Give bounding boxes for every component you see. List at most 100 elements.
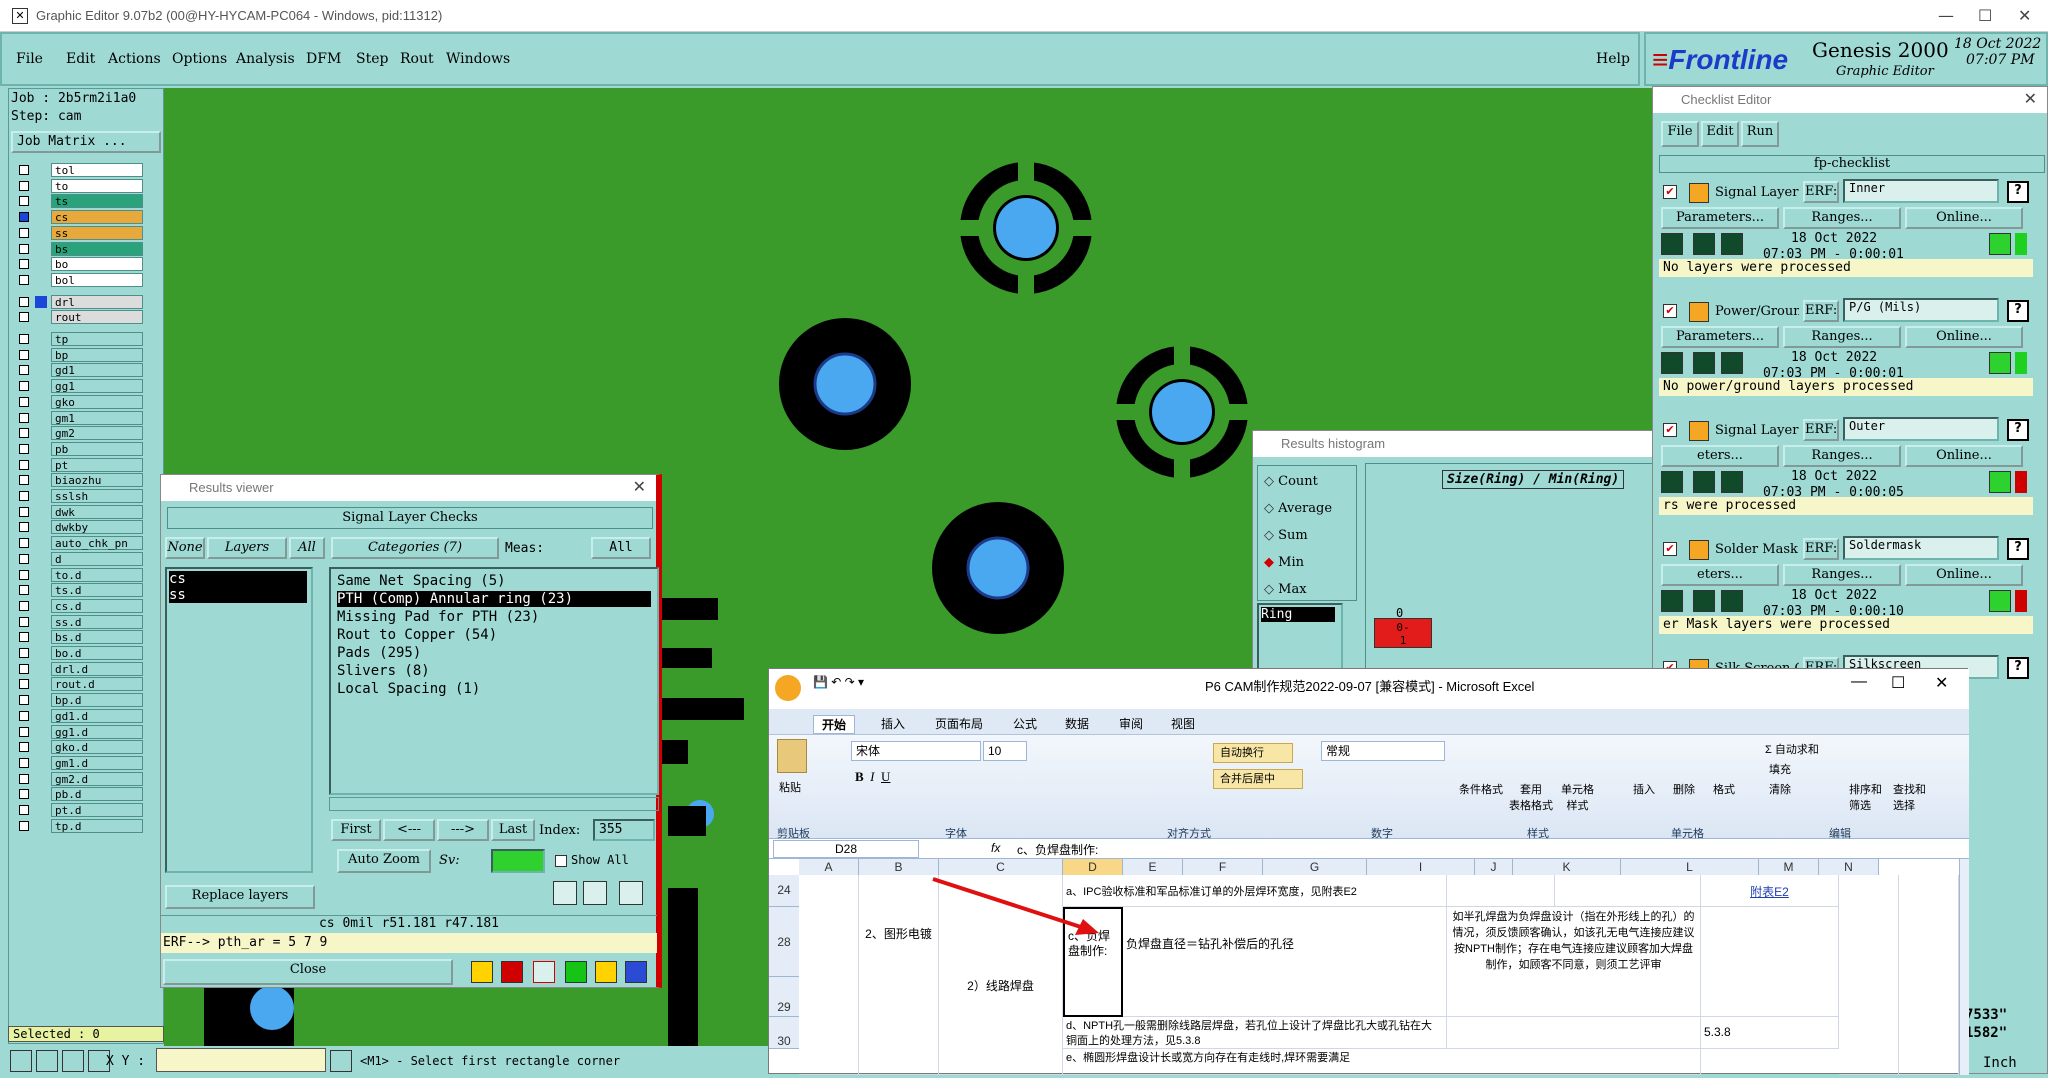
- menu-edit[interactable]: Edit: [66, 51, 95, 67]
- layer-row-tp[interactable]: tp: [13, 332, 143, 346]
- job-matrix-button[interactable]: Job Matrix ...: [11, 131, 161, 153]
- zoom-results-icon[interactable]: [1989, 471, 2011, 493]
- prev-button[interactable]: <---: [383, 819, 435, 841]
- check-enable-checkbox[interactable]: ✔: [1663, 423, 1677, 437]
- layer-checkbox[interactable]: [19, 695, 29, 706]
- layer-row-ts[interactable]: ts: [13, 194, 143, 209]
- layer-name[interactable]: tp: [51, 332, 143, 346]
- menu-rout[interactable]: Rout: [400, 51, 434, 67]
- layer-name[interactable]: rout: [51, 310, 143, 325]
- stop-icon[interactable]: [1693, 471, 1715, 493]
- delete-cells-button[interactable]: 删除: [1673, 781, 1695, 797]
- layer-checkbox[interactable]: [19, 227, 29, 238]
- layer-row-biaozhu[interactable]: biaozhu: [13, 473, 143, 488]
- histogram-bar[interactable]: 0- 1: [1374, 618, 1432, 648]
- layer-checkbox[interactable]: [19, 443, 29, 454]
- tab-layout[interactable]: 页面布局: [935, 715, 983, 732]
- online-button[interactable]: Online...: [1905, 564, 2023, 586]
- ranges-button[interactable]: Ranges...: [1783, 564, 1901, 586]
- layer-name[interactable]: gko.d: [51, 740, 143, 755]
- show-all-checkbox[interactable]: [555, 855, 567, 867]
- category-item[interactable]: Same Net Spacing (5): [337, 573, 651, 589]
- tab-formulas[interactable]: 公式: [1013, 715, 1037, 732]
- layer-checkbox[interactable]: [19, 773, 29, 784]
- view-icon[interactable]: [1721, 352, 1743, 374]
- erf-value[interactable]: P/G (Mils): [1843, 298, 1999, 322]
- category-item[interactable]: Slivers (8): [337, 663, 651, 679]
- measure-icon[interactable]: [36, 1050, 58, 1072]
- tool-icon-2[interactable]: [501, 961, 523, 983]
- menu-dfm[interactable]: DFM: [306, 51, 341, 67]
- menu-help[interactable]: Help: [1596, 51, 1630, 67]
- maximize-button[interactable]: ☐: [1978, 6, 1992, 25]
- tab-view[interactable]: 视图: [1171, 715, 1195, 732]
- layer-row-ss[interactable]: ss: [13, 225, 143, 240]
- parameters-button[interactable]: eters...: [1661, 445, 1779, 467]
- layer-name[interactable]: to.d: [51, 567, 143, 582]
- layer-name[interactable]: drl: [51, 294, 143, 309]
- erf-value[interactable]: Outer: [1843, 417, 1999, 441]
- sv-color-selector[interactable]: [491, 849, 545, 873]
- layer-name[interactable]: ss.d: [51, 614, 143, 629]
- histogram-list-ring[interactable]: Ring: [1261, 607, 1335, 622]
- run-icon[interactable]: [1661, 590, 1683, 612]
- results-viewer-close-icon[interactable]: ✕: [633, 475, 646, 501]
- erf-label[interactable]: ERF:: [1803, 538, 1839, 560]
- layer-checkbox[interactable]: [19, 789, 29, 800]
- clear-button[interactable]: 清除: [1769, 781, 1791, 797]
- check-enable-checkbox[interactable]: ✔: [1663, 304, 1677, 318]
- layer-row-tp-d[interactable]: tp.d: [13, 818, 143, 833]
- layer-name[interactable]: gd1: [51, 363, 143, 378]
- info-icon[interactable]: [330, 1050, 352, 1072]
- stop-icon[interactable]: [1693, 233, 1715, 255]
- layer-row-gm2[interactable]: gm2: [13, 426, 143, 441]
- format-cells-button[interactable]: 格式: [1713, 781, 1735, 797]
- layer-name[interactable]: rout.d: [51, 677, 143, 692]
- layer-checkbox[interactable]: [19, 334, 29, 344]
- column-header-a[interactable]: A: [799, 859, 859, 875]
- autosum-button[interactable]: Σ 自动求和: [1765, 741, 1819, 757]
- index-input[interactable]: 355: [593, 819, 655, 841]
- layer-row-rout[interactable]: rout: [13, 310, 143, 325]
- layer-name[interactable]: gd1.d: [51, 708, 143, 723]
- layer-checkbox[interactable]: [19, 243, 29, 254]
- layer-checkbox[interactable]: [19, 296, 29, 307]
- online-button[interactable]: Online...: [1905, 445, 2023, 467]
- first-button[interactable]: First: [331, 819, 381, 841]
- layer-checkbox[interactable]: [19, 491, 29, 501]
- layer-name[interactable]: pt: [51, 457, 143, 472]
- excel-maximize[interactable]: ☐: [1891, 673, 1905, 693]
- check-enable-checkbox[interactable]: ✔: [1663, 185, 1677, 199]
- layer-row-gm1[interactable]: gm1: [13, 410, 143, 425]
- layer-name[interactable]: bs: [51, 241, 143, 256]
- ref-icon[interactable]: [583, 881, 607, 905]
- layer-name[interactable]: dwk: [51, 504, 143, 519]
- all-button[interactable]: All: [289, 537, 325, 559]
- layer-checkbox[interactable]: [19, 165, 29, 175]
- erf-label[interactable]: ERF:: [1803, 300, 1839, 322]
- column-header-c[interactable]: C: [939, 859, 1063, 875]
- conditional-format-button[interactable]: 条件格式: [1459, 781, 1503, 797]
- erf-value[interactable]: Inner: [1843, 179, 1999, 203]
- layer-row-gko-d[interactable]: gko.d: [13, 740, 143, 755]
- column-header-n[interactable]: N: [1819, 859, 1879, 875]
- tab-home[interactable]: 开始: [813, 715, 856, 734]
- layer-name[interactable]: bp.d: [51, 693, 143, 708]
- layer-row-bo-d[interactable]: bo.d: [13, 646, 143, 660]
- layer-checkbox[interactable]: [19, 820, 29, 831]
- layer-checkbox[interactable]: [19, 742, 29, 753]
- histogram-list[interactable]: Ring: [1257, 603, 1343, 671]
- column-header-g[interactable]: G: [1263, 859, 1367, 875]
- layer-row-cs[interactable]: cs: [13, 210, 143, 225]
- checklist-menu-run[interactable]: Run: [1741, 121, 1779, 147]
- none-button[interactable]: None: [165, 537, 205, 559]
- zoom-icon[interactable]: [10, 1050, 32, 1072]
- font-size-select[interactable]: 10: [983, 741, 1027, 761]
- column-header-l[interactable]: L: [1621, 859, 1759, 875]
- histogram-option-min[interactable]: ◆ Min: [1264, 555, 1304, 570]
- layer-name[interactable]: drl.d: [51, 661, 143, 676]
- category-item[interactable]: Pads (295): [337, 645, 651, 661]
- layer-checkbox[interactable]: [19, 274, 29, 285]
- column-header-j[interactable]: J: [1475, 859, 1513, 875]
- sort-filter-button[interactable]: 排序和 筛选: [1849, 781, 1882, 813]
